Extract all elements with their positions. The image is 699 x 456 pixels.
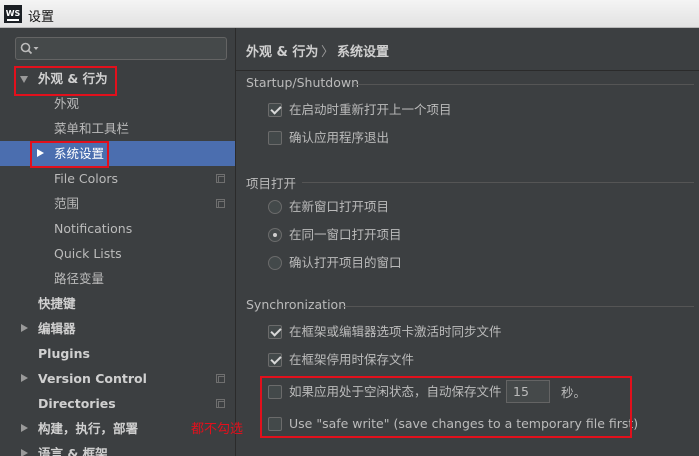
expand-arrow-icon[interactable] xyxy=(37,149,44,157)
tree-item-label: 语言 & 框架 xyxy=(38,446,108,456)
project-level-icon xyxy=(216,399,225,408)
option-label: 在框架或编辑器选项卡激活时同步文件 xyxy=(289,324,502,339)
option-label: 在新窗口打开项目 xyxy=(289,199,390,214)
tree-item-appearance-behavior[interactable]: 外观 & 行为 xyxy=(0,66,235,91)
option-label: 在同一窗口打开项目 xyxy=(289,227,402,242)
breadcrumb-parent[interactable]: 外观 & 行为 xyxy=(246,41,318,60)
checkbox-checked[interactable] xyxy=(268,103,282,117)
tree-item-editor[interactable]: 编辑器 xyxy=(0,316,235,341)
tree-item-languages-frameworks[interactable]: 语言 & 框架 xyxy=(0,441,235,456)
option-label: 在框架停用时保存文件 xyxy=(289,352,415,367)
checkbox-unchecked[interactable] xyxy=(268,385,282,399)
webstorm-logo-icon: WS xyxy=(4,5,22,23)
tree-item-label: 外观 & 行为 xyxy=(38,71,108,86)
section-divider xyxy=(342,306,694,307)
expand-arrow-icon[interactable] xyxy=(21,374,28,382)
tree-item-label: Quick Lists xyxy=(54,246,122,261)
tree-item-menus-toolbars[interactable]: 菜单和工具栏 xyxy=(0,116,235,141)
option-label: 确认打开项目的窗口 xyxy=(289,255,402,270)
breadcrumb-current: 系统设置 xyxy=(337,45,390,60)
idle-seconds-unit: 秒。 xyxy=(561,385,587,400)
search-icon[interactable] xyxy=(20,42,40,56)
tree-item-notifications[interactable]: Notifications xyxy=(0,216,235,241)
checkbox-unchecked[interactable] xyxy=(268,417,282,431)
tree-item-label: 构建，执行，部署 xyxy=(38,421,139,436)
project-level-icon xyxy=(216,199,225,208)
section-title-project-open: 项目打开 xyxy=(246,176,297,191)
expand-arrow-icon[interactable] xyxy=(21,424,28,432)
tree-item-file-colors[interactable]: File Colors xyxy=(0,166,235,191)
section-divider xyxy=(354,84,694,85)
settings-search-input[interactable] xyxy=(42,40,222,57)
radio-unselected[interactable] xyxy=(268,256,282,270)
tree-item-label: Version Control xyxy=(38,371,147,386)
settings-search-box[interactable] xyxy=(15,37,227,60)
section-title-startup: Startup/Shutdown xyxy=(246,75,360,90)
option-label: 确认应用程序退出 xyxy=(289,130,390,145)
expand-arrow-icon[interactable] xyxy=(21,449,28,456)
tree-item-path-variables[interactable]: 路径变量 xyxy=(0,266,235,291)
title-bar: WS 设置 xyxy=(0,0,699,28)
tree-item-appearance[interactable]: 外观 xyxy=(0,91,235,116)
tree-item-label: 编辑器 xyxy=(38,321,76,336)
header-divider xyxy=(236,70,699,71)
tree-item-label: 快捷键 xyxy=(38,296,76,311)
project-level-icon xyxy=(216,374,225,383)
tree-item-label: File Colors xyxy=(54,171,119,186)
tree-item-label: 路径变量 xyxy=(54,271,105,286)
tree-item-version-control[interactable]: Version Control xyxy=(0,366,235,391)
section-title-synchronization: Synchronization xyxy=(246,297,347,312)
settings-sidebar: 外观 & 行为 外观 菜单和工具栏 系统设置 File Colors 范围 No… xyxy=(0,28,235,456)
tree-item-label: 范围 xyxy=(54,196,80,211)
idle-seconds-input[interactable] xyxy=(506,380,550,403)
option-label: 如果应用处于空闲状态，自动保存文件 xyxy=(289,384,502,399)
tree-item-plugins[interactable]: Plugins xyxy=(0,341,235,366)
tree-item-label: 菜单和工具栏 xyxy=(54,121,130,136)
tree-item-quick-lists[interactable]: Quick Lists xyxy=(0,241,235,266)
tree-item-scopes[interactable]: 范围 xyxy=(0,191,235,216)
option-label: 在启动时重新打开上一个项目 xyxy=(289,102,452,117)
expand-arrow-icon[interactable] xyxy=(21,324,28,332)
tree-item-label: 系统设置 xyxy=(54,146,105,161)
expand-arrow-icon[interactable] xyxy=(20,76,28,83)
settings-content: 外观 & 行为 〉 系统设置 Startup/Shutdown 在启动时重新打开… xyxy=(236,28,699,456)
radio-selected[interactable] xyxy=(268,228,282,242)
tree-item-label: Notifications xyxy=(54,221,133,236)
checkbox-unchecked[interactable] xyxy=(268,131,282,145)
tree-item-label: Plugins xyxy=(38,346,90,361)
breadcrumb-separator: 〉 xyxy=(321,45,335,60)
window-title: 设置 xyxy=(28,10,55,25)
project-level-icon xyxy=(216,174,225,183)
tree-item-directories[interactable]: Directories xyxy=(0,391,235,416)
annotation-note: 都不勾选 xyxy=(191,422,244,437)
section-divider xyxy=(302,182,694,183)
radio-unselected[interactable] xyxy=(268,200,282,214)
tree-item-system-settings[interactable]: 系统设置 xyxy=(0,141,235,166)
tree-item-keymap[interactable]: 快捷键 xyxy=(0,291,235,316)
tree-item-label: Directories xyxy=(38,396,116,411)
checkbox-checked[interactable] xyxy=(268,325,282,339)
tree-item-label: 外观 xyxy=(54,96,80,111)
option-label: Use "safe write" (save changes to a temp… xyxy=(289,416,639,431)
checkbox-checked[interactable] xyxy=(268,353,282,367)
